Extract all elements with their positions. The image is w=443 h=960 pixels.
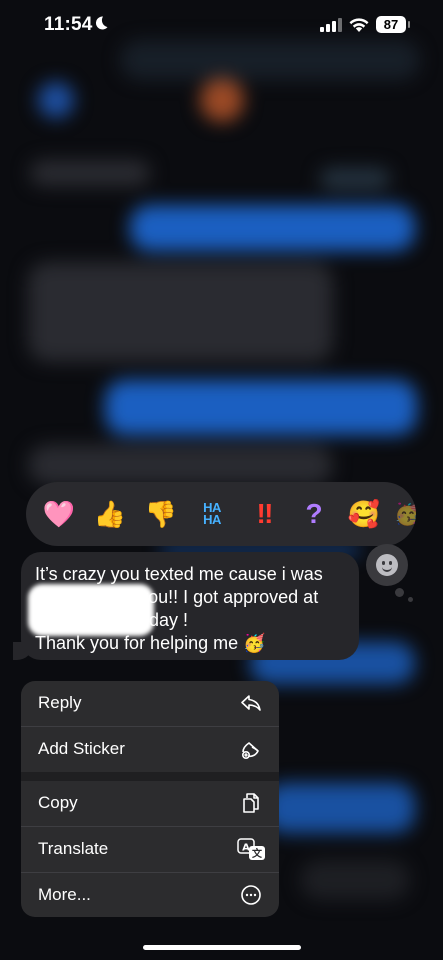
cellular-signal-icon: [320, 18, 342, 32]
reply-icon: [239, 691, 263, 715]
svg-text:A: A: [242, 843, 250, 854]
sticker-icon: [239, 737, 263, 761]
menu-item-copy[interactable]: Copy: [21, 781, 279, 826]
battery-indicator: 87: [376, 16, 410, 33]
menu-item-add-sticker[interactable]: Add Sticker: [21, 727, 279, 772]
thought-dot: [395, 588, 404, 597]
thumbs-up-reaction[interactable]: 👍: [92, 496, 128, 532]
menu-item-label: Reply: [38, 693, 82, 712]
thought-dot: [408, 597, 413, 602]
question-reaction[interactable]: ?: [296, 496, 332, 532]
heart-reaction[interactable]: 🩷: [41, 496, 77, 532]
status-bar: 11:54 87: [0, 0, 443, 52]
menu-group-gap: [21, 772, 279, 781]
moon-icon: [93, 15, 109, 36]
svg-text:文: 文: [252, 847, 263, 860]
message-context-menu: Reply Add Sticker Copy Translate A 文 Mor…: [21, 681, 279, 917]
menu-item-label: Add Sticker: [38, 739, 125, 758]
tapback-bar: 🩷 👍 👎 HA HA ‼ ? 🥰 🥳: [26, 482, 416, 546]
home-indicator[interactable]: [143, 945, 301, 950]
smiling-hearts-reaction[interactable]: 🥰: [346, 496, 382, 532]
copy-icon: [239, 791, 263, 815]
status-time: 11:54: [44, 14, 93, 35]
menu-item-translate[interactable]: Translate A 文: [21, 827, 279, 872]
more-icon: [239, 883, 263, 907]
menu-item-label: Copy: [38, 793, 78, 812]
wifi-icon: [348, 16, 370, 38]
menu-item-reply[interactable]: Reply: [21, 681, 279, 726]
smiley-icon: [376, 554, 398, 576]
thumbs-down-reaction[interactable]: 👎: [143, 496, 179, 532]
menu-item-more[interactable]: More...: [21, 873, 279, 917]
menu-item-label: More...: [38, 885, 91, 904]
haha-reaction[interactable]: HA HA: [194, 496, 230, 532]
redaction-mark: [28, 584, 154, 636]
more-reactions-peek[interactable]: 🥳: [390, 496, 416, 532]
add-emoji-reaction-button[interactable]: [366, 544, 408, 586]
exclamation-reaction[interactable]: ‼: [245, 496, 281, 532]
menu-item-label: Translate: [38, 839, 109, 858]
translate-icon: A 文: [237, 837, 267, 861]
